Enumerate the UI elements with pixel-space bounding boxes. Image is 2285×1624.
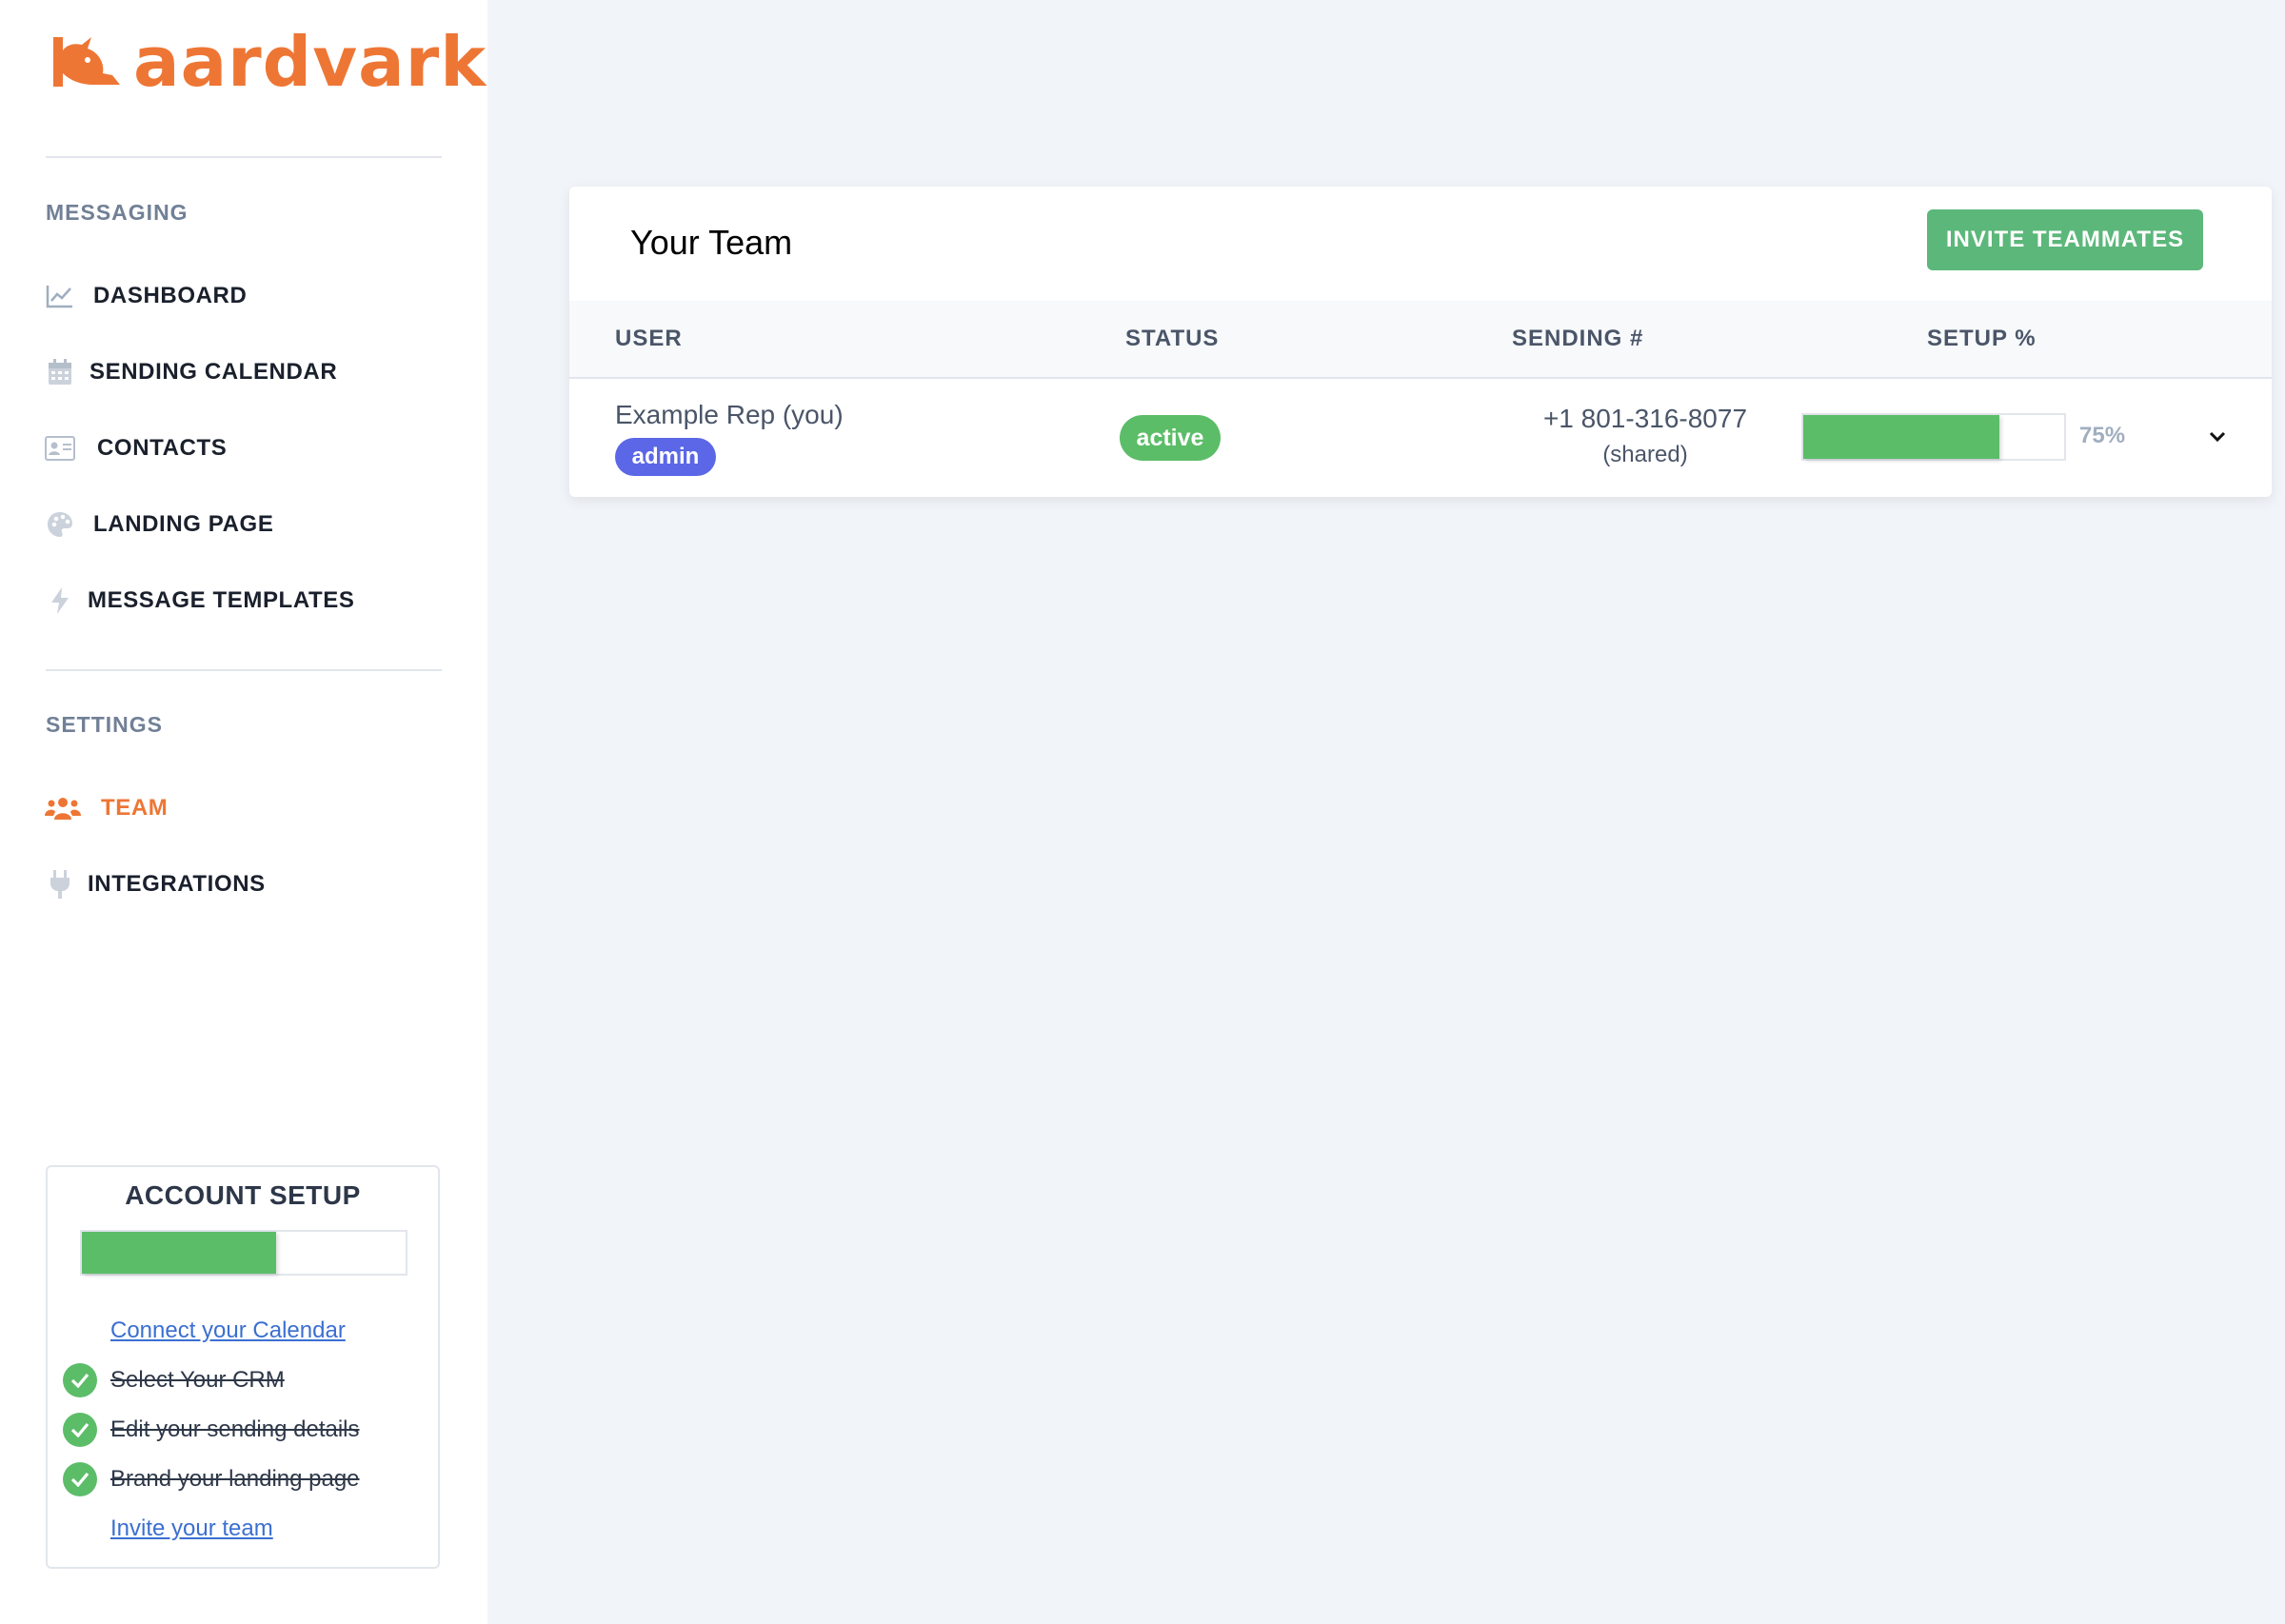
- task-brand-landing-page: Brand your landing page: [110, 1466, 360, 1492]
- table-header: USER STATUS SENDING # SETUP %: [569, 301, 2272, 379]
- task-select-crm: Select Your CRM: [110, 1367, 285, 1393]
- status-badge: active: [1120, 415, 1221, 461]
- sidebar-item-landing-page[interactable]: LANDING PAGE: [44, 501, 273, 548]
- sidebar-item-dashboard[interactable]: DASHBOARD: [44, 272, 247, 320]
- sidebar-item-label: TEAM: [101, 795, 169, 821]
- team-card: Your Team INVITE TEAMMATES USER STATUS S…: [569, 187, 2272, 497]
- sidebar-divider: [46, 156, 442, 158]
- task-connect-calendar-link[interactable]: Connect your Calendar: [110, 1312, 346, 1350]
- users-icon: [44, 792, 82, 824]
- sidebar-item-contacts[interactable]: CONTACTS: [44, 425, 227, 472]
- sending-number: +1 801-316-8077: [1542, 404, 1748, 433]
- sidebar-item-integrations[interactable]: INTEGRATIONS: [44, 861, 266, 908]
- column-header-status: STATUS: [1125, 326, 1220, 351]
- account-setup-progress: [80, 1230, 407, 1276]
- account-setup-title: ACCOUNT SETUP: [125, 1180, 361, 1210]
- sidebar-item-label: CONTACTS: [97, 435, 228, 461]
- calendar-icon: [44, 356, 76, 388]
- logo[interactable]: aardvark: [50, 22, 487, 102]
- palette-icon: [44, 508, 76, 541]
- setup-progress-bar: [1801, 413, 2066, 461]
- invite-teammates-button[interactable]: INVITE TEAMMATES: [1927, 209, 2203, 270]
- sidebar-item-label: MESSAGE TEMPLATES: [88, 587, 355, 613]
- sidebar-item-label: INTEGRATIONS: [88, 871, 266, 897]
- sidebar-item-label: DASHBOARD: [93, 283, 248, 308]
- check-circle-icon: [63, 1363, 97, 1397]
- table-row[interactable]: Example Rep (you) admin active +1 801-31…: [569, 379, 2272, 495]
- column-header-sending-number: SENDING #: [1512, 326, 1644, 351]
- role-badge: admin: [615, 438, 716, 476]
- sidebar: aardvark MESSAGING DASHBOARD SENDING CAL…: [0, 0, 487, 1624]
- check-circle-icon: [63, 1462, 97, 1496]
- page-title: Your Team: [630, 223, 793, 262]
- sidebar-divider: [46, 669, 442, 671]
- chevron-down-icon[interactable]: [2203, 423, 2232, 451]
- check-circle-icon: [63, 1413, 97, 1447]
- task-invite-team-link[interactable]: Invite your team: [110, 1510, 273, 1548]
- id-card-icon: [44, 432, 76, 465]
- task-edit-sending-details: Edit your sending details: [110, 1416, 360, 1442]
- account-setup-progress-fill: [82, 1232, 276, 1274]
- sidebar-item-label: SENDING CALENDAR: [89, 359, 338, 385]
- account-setup-panel: ACCOUNT SETUP Connect your Calendar Sele…: [46, 1165, 440, 1569]
- messaging-heading: MESSAGING: [46, 200, 189, 225]
- sidebar-item-label: LANDING PAGE: [93, 511, 274, 537]
- setup-progress-fill: [1803, 415, 1999, 459]
- plug-icon: [44, 868, 76, 901]
- bolt-icon: [44, 584, 76, 617]
- brand-name: aardvark: [133, 22, 487, 102]
- sidebar-item-team[interactable]: TEAM: [44, 784, 168, 832]
- setup-percent-label: 75%: [2079, 423, 2126, 448]
- chart-line-icon: [44, 280, 76, 312]
- aardvark-logo-icon: [53, 37, 120, 87]
- user-name: Example Rep (you): [615, 400, 844, 429]
- column-header-user: USER: [615, 326, 683, 351]
- column-header-setup-percent: SETUP %: [1927, 326, 2037, 351]
- sidebar-item-sending-calendar[interactable]: SENDING CALENDAR: [44, 348, 337, 396]
- sidebar-item-message-templates[interactable]: MESSAGE TEMPLATES: [44, 577, 354, 624]
- sending-number-note: (shared): [1602, 442, 1688, 467]
- settings-heading: SETTINGS: [46, 712, 164, 737]
